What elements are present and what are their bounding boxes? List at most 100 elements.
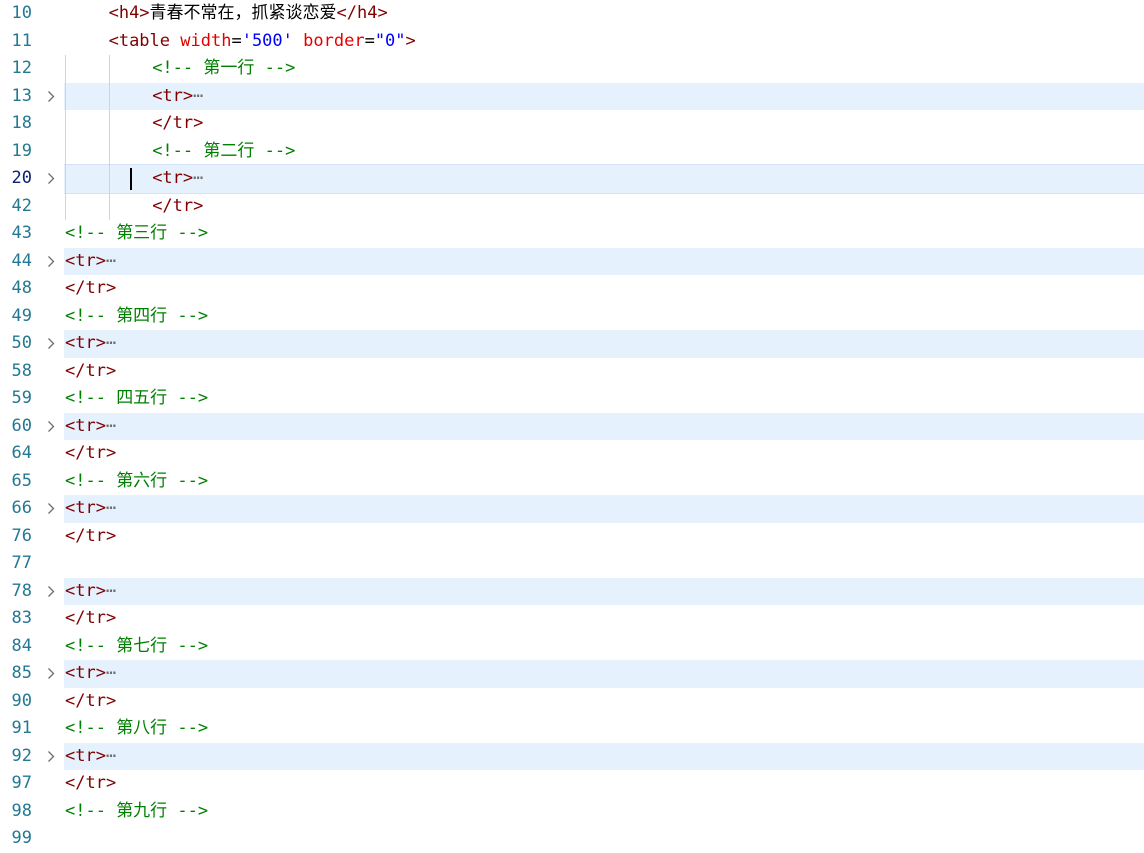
line-number: 44 — [11, 250, 32, 271]
code-content: <!-- 第八行 --> — [65, 715, 208, 743]
folded-line-highlight — [64, 660, 1144, 688]
folded-ellipsis[interactable]: ⋯ — [106, 743, 116, 771]
folded-ellipsis[interactable]: ⋯ — [106, 578, 116, 606]
code-content: <tr> ⋯ — [152, 165, 203, 193]
code-content: <!-- 第七行 --> — [65, 633, 208, 661]
folded-line-highlight — [64, 164, 1144, 194]
folded-ellipsis[interactable]: ⋯ — [106, 413, 116, 441]
code-line[interactable]: 65 <!-- 第六行 --> — [0, 468, 1144, 496]
line-number: 10 — [11, 3, 32, 23]
code-line[interactable]: 12 <!-- 第一行 --> — [0, 55, 1144, 83]
text-cursor — [130, 168, 133, 190]
line-number: 98 — [11, 800, 32, 821]
code-line[interactable]: 42 </tr> — [0, 193, 1144, 221]
chevron-right-icon[interactable] — [45, 495, 57, 523]
code-content: <!-- 第九行 --> — [65, 798, 208, 826]
attribute-token: border — [303, 30, 365, 51]
tag-token: </tr> — [65, 608, 117, 628]
code-line[interactable]: 83 </tr> — [0, 605, 1144, 633]
chevron-right-icon[interactable] — [45, 578, 57, 606]
line-number: 85 — [11, 663, 32, 683]
code-editor[interactable]: 10 <h4> 青春不常在，抓紧谈恋爱 </h4> 11 <table width = '50… — [0, 0, 1144, 849]
code-line[interactable]: 66 <tr> ⋯ — [0, 495, 1144, 523]
line-number: 60 — [11, 415, 32, 436]
code-line[interactable]: 90 </tr> — [0, 688, 1144, 716]
code-line[interactable]: 11 <table width = '500' border = "0" > — [0, 28, 1144, 56]
code-line[interactable]: 43 <!-- 第三行 --> — [0, 220, 1144, 248]
code-line[interactable]: 85 <tr> ⋯ — [0, 660, 1144, 688]
folded-ellipsis[interactable]: ⋯ — [193, 83, 203, 111]
code-line[interactable]: 78 <tr> ⋯ — [0, 577, 1144, 606]
tag-token: <table — [108, 30, 171, 51]
chevron-right-icon[interactable] — [45, 413, 57, 441]
tag-token: </tr> — [65, 278, 117, 298]
line-number: 42 — [11, 195, 32, 216]
code-line[interactable]: 64 </tr> — [0, 440, 1144, 468]
code-line[interactable]: 76 </tr> — [0, 523, 1144, 551]
folded-line-highlight — [64, 577, 1144, 605]
line-number: 97 — [11, 773, 32, 793]
code-line[interactable]: 50 <tr> ⋯ — [0, 330, 1144, 358]
tag-token: <h4> — [108, 3, 150, 23]
comment-token: --> — [167, 718, 209, 738]
folded-line-highlight — [64, 742, 1144, 770]
line-number: 13 — [11, 85, 32, 106]
string-token: "0" — [374, 30, 406, 51]
tag-token: <tr> — [65, 333, 106, 353]
folded-line-highlight — [64, 82, 1144, 110]
text-token: 青春不常在，抓紧谈恋爱 — [149, 3, 337, 23]
line-number: 66 — [11, 498, 32, 518]
code-line[interactable]: 60 <tr> ⋯ — [0, 412, 1144, 441]
line-number: 76 — [11, 525, 32, 546]
folded-ellipsis[interactable]: ⋯ — [106, 330, 116, 358]
tag-token: </tr> — [65, 360, 117, 381]
line-number: 78 — [11, 580, 32, 601]
tag-token: > — [405, 30, 416, 51]
folded-ellipsis[interactable]: ⋯ — [106, 495, 116, 523]
punctuation-token — [170, 28, 180, 56]
code-line[interactable]: 98 <!-- 第九行 --> — [0, 798, 1144, 826]
code-line[interactable]: 18 </tr> — [0, 110, 1144, 138]
chevron-right-icon[interactable] — [45, 660, 57, 688]
comment-token: --> — [254, 58, 296, 78]
tag-token: <tr> — [65, 498, 106, 518]
folded-ellipsis[interactable]: ⋯ — [193, 165, 203, 193]
code-line[interactable]: 77 — [0, 550, 1144, 578]
code-line[interactable]: 19 <!-- 第二行 --> — [0, 138, 1144, 166]
code-line[interactable]: 92 <tr> ⋯ — [0, 742, 1144, 771]
comment-token: <!-- — [65, 223, 117, 243]
chevron-right-icon[interactable] — [45, 330, 57, 358]
code-line[interactable]: 10 <h4> 青春不常在，抓紧谈恋爱 </h4> — [0, 0, 1144, 28]
code-line[interactable]: 13 <tr> ⋯ — [0, 82, 1144, 111]
tag-token: <tr> — [65, 663, 106, 683]
code-line[interactable]: 91 <!-- 第八行 --> — [0, 715, 1144, 743]
comment-text-token: 第七行 — [116, 635, 168, 656]
folded-line-highlight — [64, 330, 1144, 358]
chevron-right-icon[interactable] — [45, 83, 57, 111]
code-line[interactable]: 20 <tr> ⋯ — [0, 164, 1144, 194]
code-line[interactable]: 84 <!-- 第七行 --> — [0, 633, 1144, 661]
folded-ellipsis[interactable]: ⋯ — [106, 660, 116, 688]
code-content: </tr> — [65, 688, 116, 716]
chevron-right-icon[interactable] — [45, 743, 57, 771]
code-line[interactable]: 49 <!-- 第四行 --> — [0, 303, 1144, 331]
code-line[interactable]: 59 <!-- 四五行 --> — [0, 385, 1144, 413]
code-content: <!-- 第二行 --> — [152, 138, 295, 166]
tag-token: <tr> — [65, 580, 106, 601]
code-line[interactable]: 97 </tr> — [0, 770, 1144, 798]
comment-token: --> — [167, 388, 209, 408]
code-line[interactable]: 58 </tr> — [0, 358, 1144, 386]
code-line[interactable]: 44 <tr> ⋯ — [0, 247, 1144, 276]
comment-text-token: 第三行 — [116, 223, 168, 243]
line-number: 83 — [11, 608, 32, 628]
code-content: <tr> ⋯ — [65, 495, 116, 523]
folded-ellipsis[interactable]: ⋯ — [106, 248, 116, 276]
chevron-right-icon[interactable] — [45, 248, 57, 276]
chevron-right-icon[interactable] — [45, 165, 57, 193]
comment-text-token: 第四行 — [116, 305, 168, 326]
code-line[interactable]: 48 </tr> — [0, 275, 1144, 303]
folded-line-highlight — [64, 247, 1144, 275]
tag-token: </tr> — [65, 690, 117, 711]
code-content: <!-- 第三行 --> — [65, 220, 208, 248]
code-line[interactable]: 99 — [0, 825, 1144, 853]
